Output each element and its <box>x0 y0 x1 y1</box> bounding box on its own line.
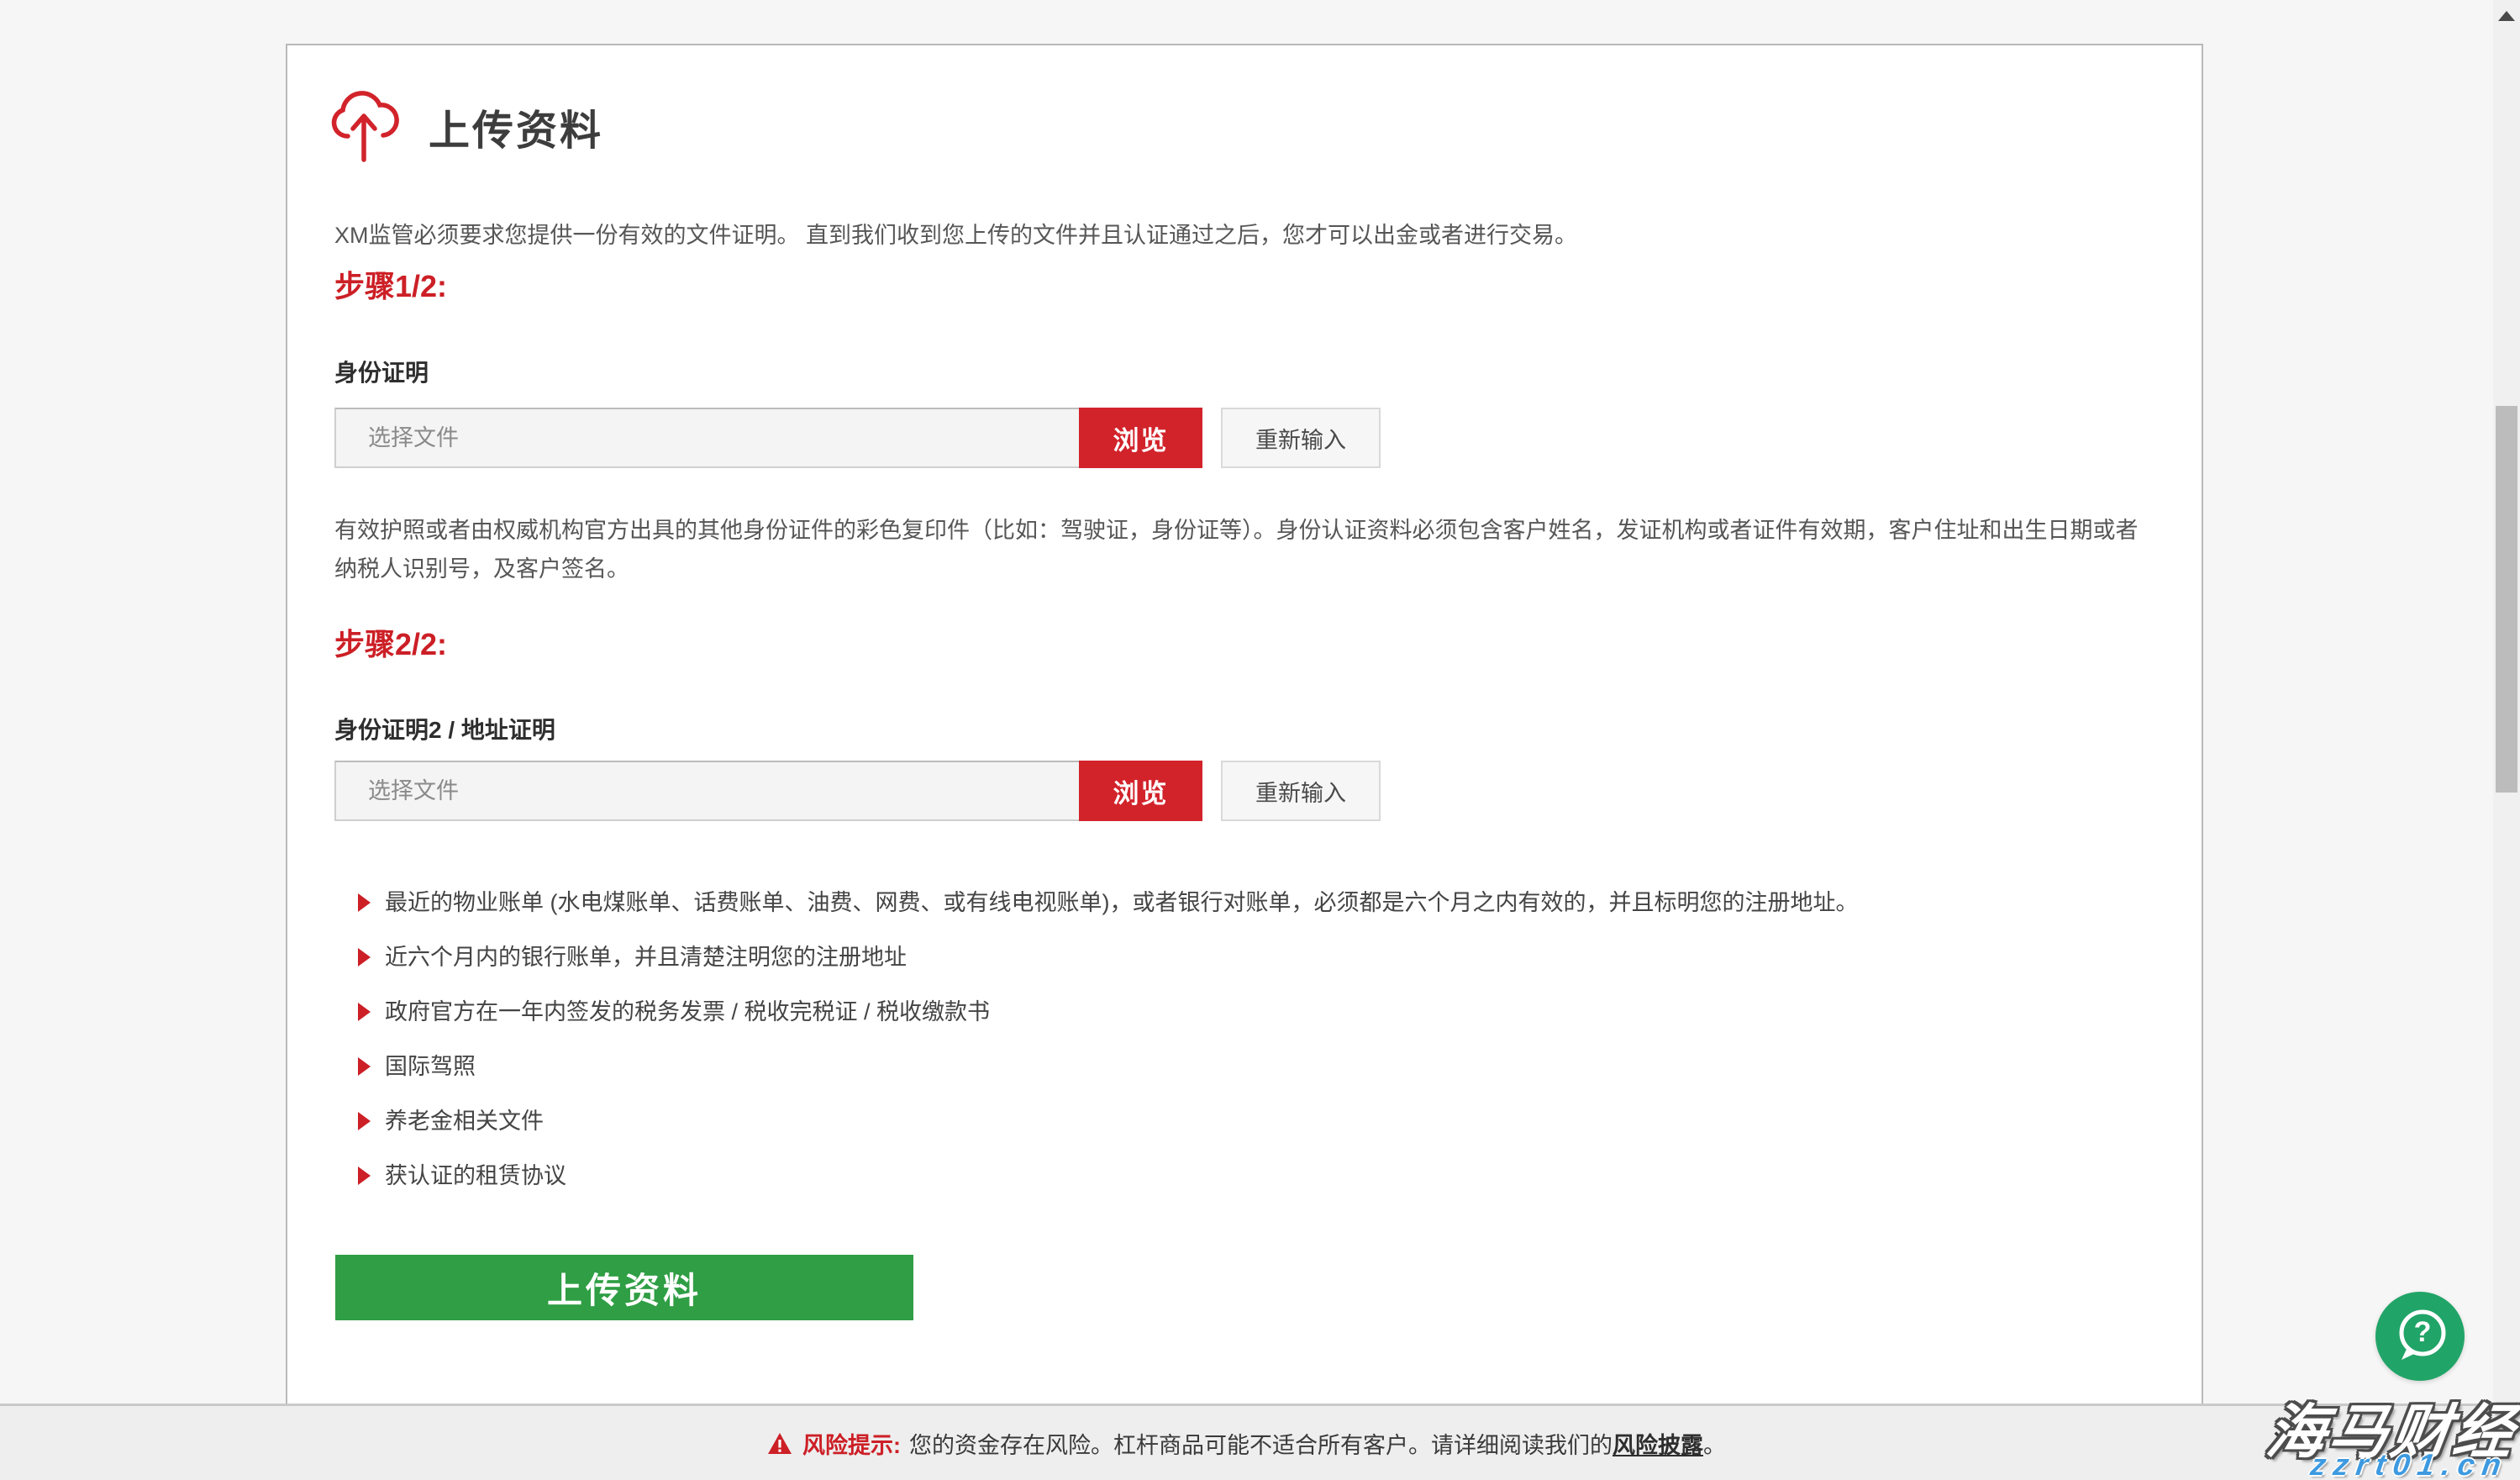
step2-heading: 步骤2/2: <box>334 620 447 664</box>
warning-triangle-icon <box>767 1432 792 1455</box>
scrollbar-track[interactable] <box>2493 0 2520 1480</box>
page-title: 上传资料 <box>429 97 603 157</box>
address-proof-label: 身份证明2 / 地址证明 <box>334 712 555 745</box>
question-bubble-icon: ? <box>2375 1292 2465 1381</box>
identity-browse-button[interactable]: 浏览 <box>1079 408 1202 468</box>
svg-text:?: ? <box>2414 1316 2432 1348</box>
upload-card: 上传资料 XM监管必须要求您提供一份有效的文件证明。 直到我们收到您上传的文件并… <box>286 44 2203 1436</box>
checklist-item: 近六个月内的银行账单，并且清楚注明您的注册地址 <box>358 945 1858 969</box>
risk-warning-suffix: 。 <box>1703 1427 1726 1460</box>
identity-requirements-text: 有效护照或者由权威机构官方出具的其他身份证件的彩色复印件（比如：驾驶证，身份证等… <box>334 511 2160 588</box>
scrollbar-thumb[interactable] <box>2496 406 2517 793</box>
checklist-item-text: 国际驾照 <box>385 1055 476 1078</box>
risk-disclosure-link[interactable]: 风险披露 <box>1612 1427 1703 1460</box>
bullet-arrow-icon <box>358 1057 371 1076</box>
upload-documents-page: 上传资料 XM监管必须要求您提供一份有效的文件证明。 直到我们收到您上传的文件并… <box>0 0 2520 1480</box>
cloud-upload-icon <box>328 86 400 165</box>
risk-warning-text: 您的资金存在风险。杠杆商品可能不适合所有客户。请详细阅读我们的 <box>909 1427 1612 1460</box>
bullet-arrow-icon <box>358 1112 371 1130</box>
checklist-item: 养老金相关文件 <box>358 1109 1858 1133</box>
row-gap <box>1202 761 1221 821</box>
checklist-item: 国际驾照 <box>358 1055 1858 1078</box>
address-file-input[interactable] <box>334 761 1079 821</box>
checklist-item: 最近的物业账单 (水电煤账单、话费账单、油费、网费、或有线电视账单)，或者银行对… <box>358 891 1858 914</box>
checklist-item: 获认证的租赁协议 <box>358 1164 1858 1188</box>
bullet-arrow-icon <box>358 893 371 912</box>
step1-heading: 步骤1/2: <box>334 262 447 306</box>
checklist-item-text: 养老金相关文件 <box>385 1109 544 1133</box>
bullet-arrow-icon <box>358 948 371 966</box>
risk-warning-bar: 风险提示: 您的资金存在风险。杠杆商品可能不适合所有客户。请详细阅读我们的 风险… <box>0 1404 2493 1480</box>
intro-text: XM监管必须要求您提供一份有效的文件证明。 直到我们收到您上传的文件并且认证通过… <box>334 217 1577 250</box>
checklist-item: 政府官方在一年内签发的税务发票 / 税收完税证 / 税收缴款书 <box>358 1000 1858 1024</box>
risk-warning-label: 风险提示: <box>802 1427 901 1460</box>
checklist-item-text: 最近的物业账单 (水电煤账单、话费账单、油费、网费、或有线电视账单)，或者银行对… <box>385 891 1858 914</box>
watermark-url: zzrt01.cn <box>2308 1447 2511 1480</box>
checklist-item-text: 政府官方在一年内签发的税务发票 / 税收完税证 / 税收缴款书 <box>385 1000 990 1024</box>
identity-file-input[interactable] <box>334 408 1079 468</box>
scroll-up-arrow-icon[interactable] <box>2498 11 2515 21</box>
address-reset-button[interactable]: 重新输入 <box>1221 761 1381 821</box>
accepted-documents-checklist: 最近的物业账单 (水电煤账单、话费账单、油费、网费、或有线电视账单)，或者银行对… <box>358 891 1858 1219</box>
identity-proof-label: 身份证明 <box>334 355 429 388</box>
identity-reset-button[interactable]: 重新输入 <box>1221 408 1381 468</box>
checklist-item-text: 近六个月内的银行账单，并且清楚注明您的注册地址 <box>385 945 907 969</box>
bullet-arrow-icon <box>358 1167 371 1185</box>
upload-submit-button[interactable]: 上传资料 <box>335 1255 913 1320</box>
checklist-item-text: 获认证的租赁协议 <box>385 1164 566 1188</box>
identity-file-row: 浏览 重新输入 <box>334 408 1381 468</box>
help-chat-button[interactable]: ? <box>2375 1292 2465 1381</box>
address-browse-button[interactable]: 浏览 <box>1079 761 1202 821</box>
address-file-row: 浏览 重新输入 <box>334 761 1381 821</box>
row-gap <box>1202 408 1221 468</box>
bullet-arrow-icon <box>358 1003 371 1021</box>
